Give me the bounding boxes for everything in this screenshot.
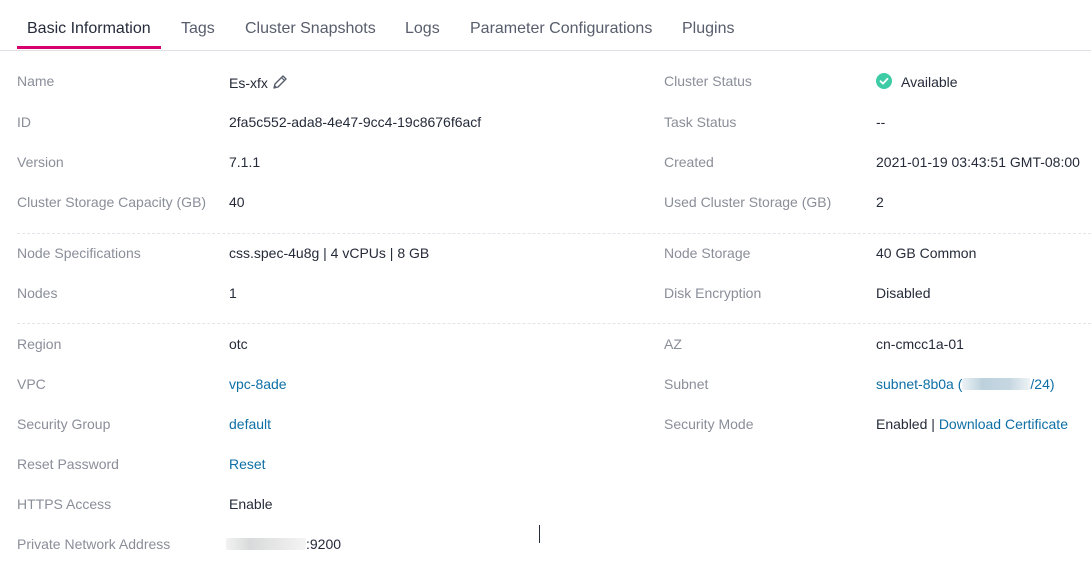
tab-cluster-snapshots[interactable]: Cluster Snapshots xyxy=(245,20,376,38)
download-certificate-link[interactable]: Download Certificate xyxy=(939,416,1068,432)
security-mode-label: Security Mode xyxy=(664,416,754,432)
redacted-ip xyxy=(226,538,306,550)
az-label: AZ xyxy=(664,336,682,352)
version-label: Version xyxy=(17,154,64,170)
nodes-label: Nodes xyxy=(17,285,58,301)
subnet-name: subnet-8b0a ( xyxy=(876,376,963,392)
subnet-mask: /24) xyxy=(1030,376,1055,392)
node-spec-label: Node Specifications xyxy=(17,245,141,261)
tab-bar: Basic Information Tags Cluster Snapshots… xyxy=(0,0,1091,51)
capacity-label: Cluster Storage Capacity (GB) xyxy=(17,194,207,210)
security-mode-status: Enabled xyxy=(876,416,928,432)
region-value: otc xyxy=(229,336,248,352)
created-label: Created xyxy=(664,154,714,170)
tab-plugins[interactable]: Plugins xyxy=(682,20,734,38)
cluster-status-label: Cluster Status xyxy=(664,73,752,89)
https-access-label: HTTPS Access xyxy=(17,496,112,512)
task-status-value: -- xyxy=(876,114,886,130)
subnet-link[interactable]: subnet-8b0a ( /24) xyxy=(876,376,1055,392)
private-address-label: Private Network Address xyxy=(17,536,171,552)
private-address-value: :9200 xyxy=(226,536,341,552)
name-value: Es-xfx xyxy=(229,74,288,93)
name-label: Name xyxy=(17,73,55,89)
subnet-label: Subnet xyxy=(664,376,709,392)
tab-basic-information[interactable]: Basic Information xyxy=(27,20,151,38)
vpc-label: VPC xyxy=(17,376,46,392)
node-spec-value: css.spec-4u8g | 4 vCPUs | 8 GB xyxy=(229,245,430,261)
version-value: 7.1.1 xyxy=(229,154,261,170)
disk-encryption-label: Disk Encryption xyxy=(664,285,762,301)
node-storage-value: 40 GB Common xyxy=(876,245,977,261)
https-access-value: Enable xyxy=(229,496,273,512)
tab-logs[interactable]: Logs xyxy=(405,20,440,38)
redacted-cidr xyxy=(962,378,1031,390)
active-tab-indicator xyxy=(17,46,161,49)
private-address-port: :9200 xyxy=(306,536,342,552)
reset-password-label: Reset Password xyxy=(17,456,119,472)
id-label: ID xyxy=(17,114,31,130)
created-value: 2021-01-19 03:43:51 GMT-08:00 xyxy=(876,154,1080,170)
az-value: cn-cmcc1a-01 xyxy=(876,336,964,352)
task-status-label: Task Status xyxy=(664,114,737,130)
id-value: 2fa5c552-ada8-4e47-9cc4-19c8676f6acf xyxy=(229,114,482,130)
vpc-link[interactable]: vpc-8ade xyxy=(229,376,287,392)
disk-encryption-value: Disabled xyxy=(876,285,931,301)
cluster-status-value: Available xyxy=(901,74,958,90)
nodes-value: 1 xyxy=(229,285,237,301)
used-storage-label: Used Cluster Storage (GB) xyxy=(664,194,832,210)
text-cursor xyxy=(539,525,540,543)
security-group-label: Security Group xyxy=(17,416,111,432)
check-circle-icon xyxy=(876,73,892,89)
cluster-name: Es-xfx xyxy=(229,75,268,91)
reset-password-link[interactable]: Reset xyxy=(229,456,266,472)
used-storage-value: 2 xyxy=(876,194,884,210)
security-mode-separator: | xyxy=(927,416,939,432)
region-label: Region xyxy=(17,336,62,352)
node-storage-label: Node Storage xyxy=(664,245,751,261)
pencil-icon[interactable] xyxy=(272,74,288,93)
security-mode-value: Enabled | Download Certificate xyxy=(876,416,1068,432)
capacity-value: 40 xyxy=(229,194,245,210)
security-group-link[interactable]: default xyxy=(229,416,271,432)
tab-tags[interactable]: Tags xyxy=(181,20,215,38)
section-divider xyxy=(17,233,1091,234)
tab-parameter-configurations[interactable]: Parameter Configurations xyxy=(470,20,652,38)
section-divider xyxy=(17,323,1091,324)
